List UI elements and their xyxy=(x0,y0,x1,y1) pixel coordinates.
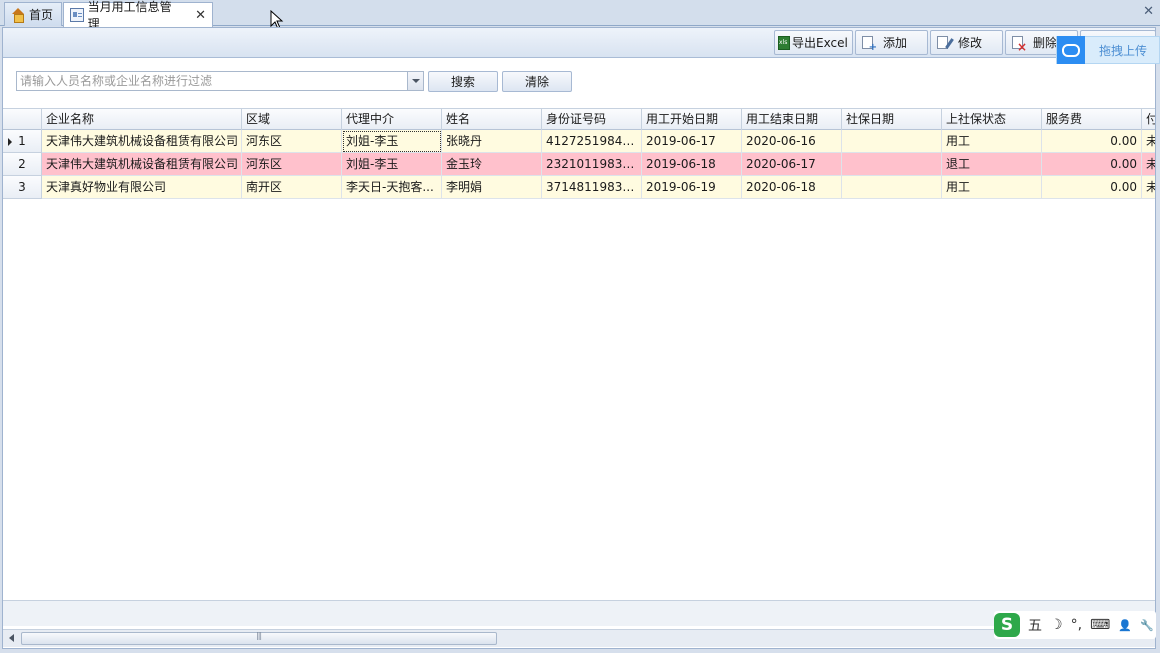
cell-name[interactable]: 金玉玲 xyxy=(442,153,542,176)
cell-start-date[interactable]: 2019-06-17 xyxy=(642,130,742,153)
cell-end-date[interactable]: 2020-06-18 xyxy=(742,176,842,199)
table-row[interactable]: 2 天津伟大建筑机械设备租赁有限公司 河东区 刘姐-李玉 金玉玲 2321011… xyxy=(3,153,1155,176)
row-number: 3 xyxy=(18,180,26,194)
cell-insurance-date[interactable] xyxy=(842,153,942,176)
tab-home[interactable]: 首页 xyxy=(4,2,62,26)
cell-id-number[interactable]: 41272519840... xyxy=(542,130,642,153)
row-indicator-header xyxy=(3,109,42,130)
column-header-insurance-date[interactable]: 社保日期 xyxy=(842,109,942,130)
cloud-icon xyxy=(1057,36,1085,64)
column-header-agent[interactable]: 代理中介 xyxy=(342,109,442,130)
column-header-end-date[interactable]: 用工结束日期 xyxy=(742,109,842,130)
delete-label: 删除 xyxy=(1033,36,1058,50)
drag-upload-widget[interactable]: 拖拽上传 xyxy=(1056,36,1160,64)
cell-district[interactable]: 河东区 xyxy=(242,130,342,153)
cell-service-fee[interactable]: 0.00 xyxy=(1042,153,1142,176)
cell-name[interactable]: 李明娟 xyxy=(442,176,542,199)
cell-start-date[interactable]: 2019-06-18 xyxy=(642,153,742,176)
window-close-icon[interactable]: ✕ xyxy=(1143,4,1154,19)
punctuation-icon[interactable]: °, xyxy=(1071,617,1082,633)
cell-service-fee[interactable]: 0.00 xyxy=(1042,130,1142,153)
cell-company[interactable]: 天津伟大建筑机械设备租赁有限公司 xyxy=(42,130,242,153)
filter-combobox[interactable] xyxy=(16,71,424,91)
export-excel-label: 导出Excel xyxy=(792,36,848,50)
edit-button[interactable]: 修改 xyxy=(930,30,1003,55)
cell-end-date[interactable]: 2020-06-16 xyxy=(742,130,842,153)
row-indicator[interactable]: 2 xyxy=(3,153,42,176)
table-row[interactable]: 3 天津真好物业有限公司 南开区 李天日-天抱客... 李明娟 37148119… xyxy=(3,176,1155,199)
cell-end-date[interactable]: 2020-06-17 xyxy=(742,153,842,176)
edit-document-icon xyxy=(937,36,948,49)
cell-agent[interactable]: 刘姐-李玉 xyxy=(342,130,442,153)
wrench-icon[interactable]: 🔧 xyxy=(1140,619,1154,632)
employment-grid[interactable]: 企业名称 区域 代理中介 姓名 身份证号码 用工开始日期 用工结束日期 社保日期… xyxy=(3,108,1155,600)
cell-name[interactable]: 张晓丹 xyxy=(442,130,542,153)
ime-logo-icon[interactable]: S xyxy=(994,613,1020,637)
chevron-down-icon[interactable] xyxy=(407,72,423,90)
user-icon[interactable]: 👤 xyxy=(1118,619,1132,632)
cell-insurance-status[interactable]: 用工 xyxy=(942,130,1042,153)
home-icon xyxy=(11,7,25,23)
clear-button[interactable]: 清除 xyxy=(502,71,572,92)
delete-document-icon xyxy=(1012,36,1027,54)
cell-company[interactable]: 天津真好物业有限公司 xyxy=(42,176,242,199)
cell-insurance-status[interactable]: 用工 xyxy=(942,176,1042,199)
table-row[interactable]: 1 天津伟大建筑机械设备租赁有限公司 河东区 刘姐-李玉 张晓丹 4127251… xyxy=(3,130,1155,153)
filter-input[interactable] xyxy=(17,72,407,90)
column-header-insurance-status[interactable]: 上社保状态 xyxy=(942,109,1042,130)
column-header-district[interactable]: 区域 xyxy=(242,109,342,130)
row-number: 1 xyxy=(18,134,26,148)
cell-company[interactable]: 天津伟大建筑机械设备租赁有限公司 xyxy=(42,153,242,176)
grid-header: 企业名称 区域 代理中介 姓名 身份证号码 用工开始日期 用工结束日期 社保日期… xyxy=(3,108,1155,130)
drag-upload-label: 拖拽上传 xyxy=(1099,43,1148,58)
grid-footer xyxy=(3,600,1155,626)
cell-id-number[interactable]: 23210119830... xyxy=(542,153,642,176)
tab-home-label: 首页 xyxy=(29,8,54,22)
toolbar: 导出Excel 添加 修改 删除 关闭 xyxy=(3,28,1156,58)
cell-service-fee[interactable]: 0.00 xyxy=(1042,176,1142,199)
cell-payment[interactable]: 未 xyxy=(1142,176,1155,199)
current-row-arrow-icon xyxy=(8,138,12,146)
cell-insurance-date[interactable] xyxy=(842,130,942,153)
add-document-icon xyxy=(862,36,877,53)
cell-insurance-status[interactable]: 退工 xyxy=(942,153,1042,176)
cell-payment[interactable]: 未 xyxy=(1142,130,1155,153)
cell-agent[interactable]: 刘姐-李玉 xyxy=(342,153,442,176)
tab-close-icon[interactable]: ✕ xyxy=(195,8,206,23)
horizontal-scrollbar[interactable] xyxy=(3,629,1155,647)
ime-toolbar[interactable]: S 五 ☽ °, ⌨ 👤 🔧 xyxy=(994,611,1156,639)
row-indicator[interactable]: 1 xyxy=(3,130,42,153)
tab-strip: 首页 当月用工信息管理 ✕ ✕ xyxy=(0,0,1160,31)
column-header-name[interactable]: 姓名 xyxy=(442,109,542,130)
edit-label: 修改 xyxy=(958,36,983,50)
add-label: 添加 xyxy=(883,36,908,50)
content-panel: 导出Excel 添加 修改 删除 关闭 搜索 清除 企业名称 区域 代理中介 xyxy=(2,27,1156,649)
scrollbar-thumb[interactable] xyxy=(21,631,497,645)
column-header-id-number[interactable]: 身份证号码 xyxy=(542,109,642,130)
row-indicator[interactable]: 3 xyxy=(3,176,42,199)
ime-mode-indicator[interactable]: 五 xyxy=(1028,615,1042,635)
column-header-service-fee[interactable]: 服务费 xyxy=(1042,109,1142,130)
cell-payment[interactable]: 未 xyxy=(1142,153,1155,176)
row-number: 2 xyxy=(18,157,26,171)
search-button[interactable]: 搜索 xyxy=(428,71,498,92)
cell-id-number[interactable]: 37148119831... xyxy=(542,176,642,199)
column-header-start-date[interactable]: 用工开始日期 xyxy=(642,109,742,130)
id-card-icon xyxy=(70,8,84,22)
cell-district[interactable]: 南开区 xyxy=(242,176,342,199)
scroll-left-icon[interactable] xyxy=(9,634,14,642)
excel-icon xyxy=(778,35,790,50)
column-header-company[interactable]: 企业名称 xyxy=(42,109,242,130)
cell-insurance-date[interactable] xyxy=(842,176,942,199)
export-excel-button[interactable]: 导出Excel xyxy=(774,30,853,55)
moon-icon[interactable]: ☽ xyxy=(1050,617,1063,633)
tab-employment-info[interactable]: 当月用工信息管理 ✕ xyxy=(63,0,213,31)
add-button[interactable]: 添加 xyxy=(855,30,928,55)
cell-agent[interactable]: 李天日-天抱客... xyxy=(342,176,442,199)
column-header-payment[interactable]: 付 xyxy=(1142,109,1155,130)
cell-start-date[interactable]: 2019-06-19 xyxy=(642,176,742,199)
cell-district[interactable]: 河东区 xyxy=(242,153,342,176)
keyboard-icon[interactable]: ⌨ xyxy=(1090,617,1110,633)
